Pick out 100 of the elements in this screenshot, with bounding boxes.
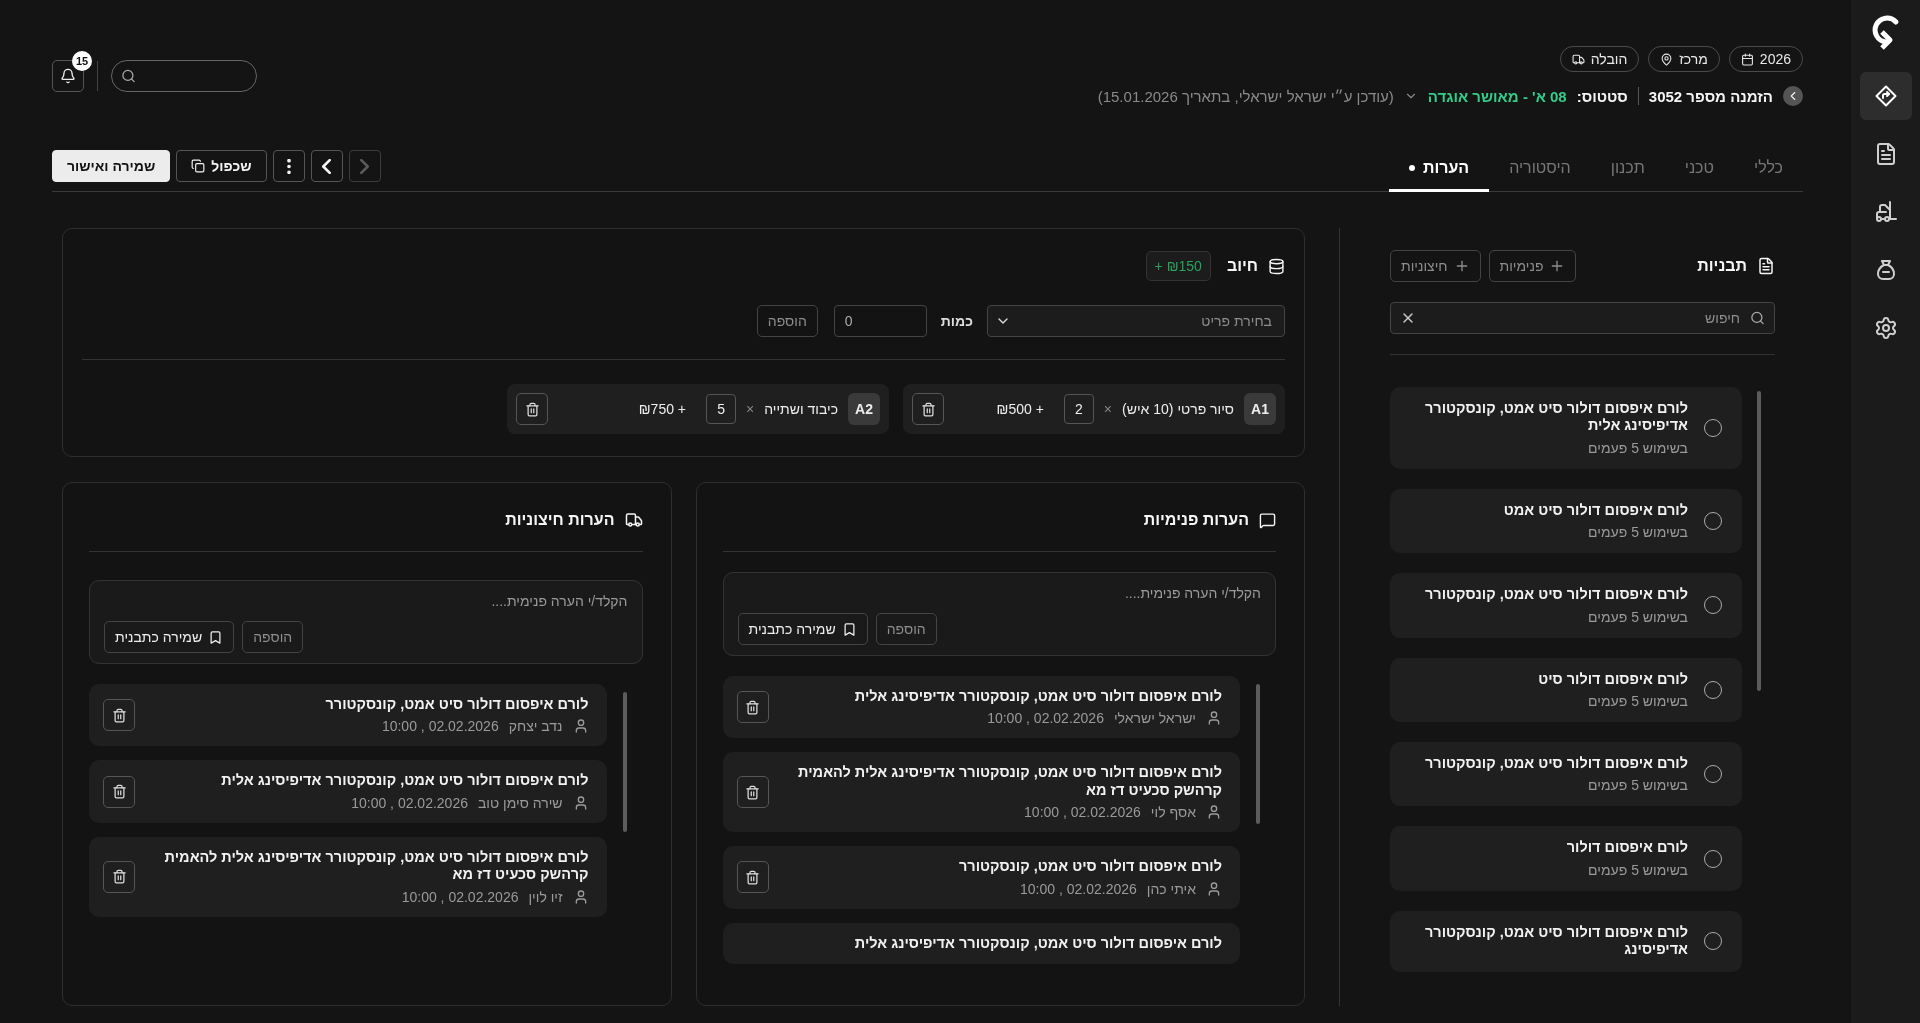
nav-button[interactable] [310, 150, 343, 182]
user-icon [1206, 880, 1222, 897]
forklift-icon [1873, 200, 1898, 224]
note-text: לורם איפסום דולור סיט אמט, קונסקטורר אדיפיסינג אלית [853, 688, 1222, 706]
item-code: A2 [848, 393, 880, 425]
duplicate-button[interactable]: שכפול [176, 150, 267, 182]
tab[interactable]: הערות [1388, 159, 1490, 192]
trash-icon [920, 401, 936, 417]
kebab-icon [286, 158, 291, 174]
quantity-field[interactable]: 0 [833, 305, 927, 337]
delete-button[interactable] [736, 776, 769, 809]
delete-button[interactable] [516, 393, 548, 425]
status-value: 08 א' - מאושר אוגדה [1427, 87, 1567, 105]
delete-button[interactable] [912, 393, 944, 425]
tab[interactable]: כללי [1733, 159, 1803, 192]
note-author: שירה סימן טוב [478, 794, 563, 811]
tab[interactable]: תכנון [1590, 159, 1665, 192]
note-author: אסף לוי [1150, 804, 1196, 821]
delete-button[interactable] [736, 691, 769, 724]
trash-icon [111, 869, 127, 885]
delete-button[interactable] [736, 861, 769, 894]
update-info: (עודכן ע״י ישראל ישראלי, בתאריך 15.01.2026) [1097, 87, 1394, 105]
truck-icon [1571, 52, 1585, 66]
usage-count: בשימוש 5 פעמים [1587, 777, 1688, 794]
note-date: 02.02.2026 , 10:00 [351, 794, 468, 811]
note-text: לורם איפסום דולור סיט אמט, קונסקטורר [957, 858, 1222, 876]
panel-title: תבניות [1697, 257, 1747, 275]
notification-count: 15 [72, 51, 92, 71]
item-quantity[interactable]: 5 [706, 394, 737, 424]
template-item[interactable]: לורם איפסום דולור סיט אמט בשימוש 5 פעמים [1390, 488, 1742, 554]
map-pin-icon [1660, 52, 1674, 66]
item-price: ₪500 + [996, 401, 1044, 417]
note-field[interactable]: הקלד/י הערה פנימית.... [737, 585, 1261, 607]
trash-icon [524, 401, 540, 417]
template-item[interactable]: לורם איפסום דולור סיט אמט, קונסקטורר אדיפיסינג אלית בשימוש 5 פעמים [1390, 387, 1742, 469]
tab[interactable]: טכני [1664, 159, 1734, 192]
item-select[interactable]: בחירת פריט [987, 305, 1285, 337]
note-date: 02.02.2026 , 10:00 [1024, 804, 1141, 821]
panel-title: הערות פנימיות [1143, 511, 1249, 529]
add-template-button[interactable]: פנימיות [1488, 250, 1577, 282]
note-field[interactable]: הקלד/י הערה פנימית.... [104, 593, 628, 615]
scrollbar[interactable] [622, 692, 627, 832]
more-button[interactable] [272, 150, 305, 182]
delete-button[interactable] [103, 860, 135, 893]
template-item[interactable]: לורם איפסום דולור סיט אמט, קונסקטורר בשימוש 5 פעמים [1390, 741, 1742, 807]
item-code: A1 [1244, 393, 1276, 425]
trash-icon [111, 707, 127, 723]
quantity-label: כמות [940, 313, 973, 329]
template-item[interactable]: לורם איפסום דולור בשימוש 5 פעמים [1390, 826, 1742, 891]
usage-count: בשימוש 5 פעמים [1587, 439, 1688, 456]
template-title: לורם איפסום דולור סיט [1538, 670, 1688, 688]
template-title: לורם איפסום דולור [1566, 839, 1688, 857]
note-text: לורם איפסום דולור סיט אמט, קונסקטורר [324, 696, 589, 714]
settings-icon [1873, 316, 1898, 340]
template-search-field[interactable]: חיפוש [1390, 302, 1775, 334]
panel-title: הערות חיצוניות [505, 511, 615, 529]
back-button[interactable] [1783, 86, 1803, 106]
template-title: לורם איפסום דולור סיט אמט [1503, 501, 1688, 520]
chevron-right-icon [360, 158, 370, 174]
item-name: כיבוד ושתייה [764, 401, 838, 417]
copy-icon [191, 159, 206, 173]
chevron-left-icon [322, 158, 332, 174]
search-field[interactable] [111, 60, 257, 92]
sidebar-item[interactable] [1859, 72, 1912, 120]
search-icon [1750, 310, 1765, 326]
template-item[interactable]: לורם איפסום דולור סיט אמט, קונסקטורר אדיפיסינג [1390, 910, 1742, 972]
note-text: לורם איפסום דולור סיט אמט, קונסקטורר אדיפיסינג אלית להאמית קרהשק סכעיט דז מא [797, 764, 1222, 800]
save-template-button[interactable]: שמירה כתבנית [104, 621, 235, 653]
delete-button[interactable] [103, 699, 135, 732]
add-template-button[interactable]: חיצוניות [1390, 250, 1481, 282]
usage-count: בשימוש 5 פעמים [1587, 608, 1688, 625]
scrollbar[interactable] [1756, 391, 1761, 691]
item-name: סיור פרטי (10 איש) [1122, 401, 1234, 417]
save-template-button[interactable]: שמירה כתבנית [737, 613, 868, 645]
search-icon [121, 68, 136, 84]
bell-icon [60, 68, 76, 84]
note-date: 02.02.2026 , 10:00 [381, 718, 499, 735]
save-approve-button[interactable]: שמירה ואישור [52, 150, 171, 182]
note-date: 02.02.2026 , 10:00 [401, 888, 519, 905]
user-icon [1206, 710, 1222, 727]
note-date: 02.02.2026 , 10:00 [1020, 880, 1137, 897]
order-number: הזמנה מספר 3052 [1648, 87, 1773, 105]
usage-count: בשימוש 5 פעמים [1587, 861, 1688, 878]
trash-icon [745, 784, 760, 800]
calendar-icon [1740, 52, 1754, 66]
note-text: לורם איפסום דולור סיט אמט, קונסקטורר אדיפיסינג אלית להאמית קרהשק סכעיט דז מא [163, 848, 589, 884]
template-title: לורם איפסום דולור סיט אמט, קונסקטורר [1424, 754, 1688, 773]
template-item[interactable]: לורם איפסום דולור סיט אמט, קונסקטורר בשימוש 5 פעמים [1390, 573, 1742, 638]
delete-button[interactable] [103, 775, 135, 808]
template-title: לורם איפסום דולור סיט אמט, קונסקטורר [1424, 586, 1688, 604]
truck-icon [624, 511, 643, 529]
note-author: איתי כהן [1146, 880, 1196, 897]
database-icon [1268, 257, 1285, 275]
scrollbar[interactable] [1256, 684, 1260, 824]
template-title: לורם איפסום דולור סיט אמט, קונסקטורר אדיפיסינג [1423, 923, 1688, 959]
usage-count: בשימוש 5 פעמים [1587, 692, 1688, 709]
template-item[interactable]: לורם איפסום דולור סיט בשימוש 5 פעמים [1390, 657, 1742, 722]
item-quantity[interactable]: 2 [1063, 394, 1094, 424]
times-sign: × [746, 401, 755, 417]
tab[interactable]: היסטוריה [1489, 159, 1591, 192]
